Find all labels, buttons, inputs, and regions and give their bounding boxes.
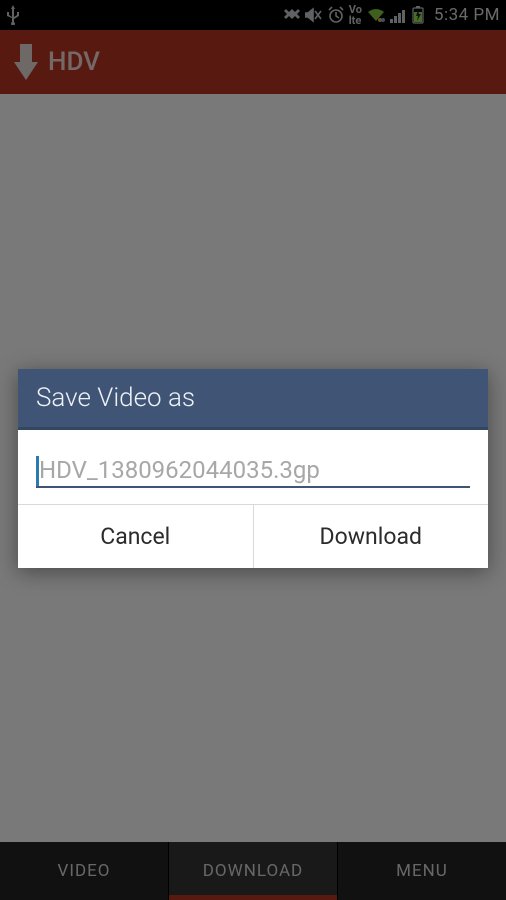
download-button[interactable]: Download bbox=[253, 505, 489, 568]
filename-input[interactable] bbox=[36, 456, 470, 484]
save-video-dialog: Save Video as Cancel Download bbox=[18, 369, 488, 568]
dialog-title: Save Video as bbox=[18, 369, 488, 430]
filename-field-wrapper bbox=[36, 456, 470, 488]
button-label: Cancel bbox=[100, 523, 170, 550]
button-label: Download bbox=[320, 523, 422, 550]
text-cursor bbox=[36, 456, 39, 486]
dialog-body bbox=[18, 430, 488, 504]
cancel-button[interactable]: Cancel bbox=[18, 505, 253, 568]
dialog-actions: Cancel Download bbox=[18, 504, 488, 568]
